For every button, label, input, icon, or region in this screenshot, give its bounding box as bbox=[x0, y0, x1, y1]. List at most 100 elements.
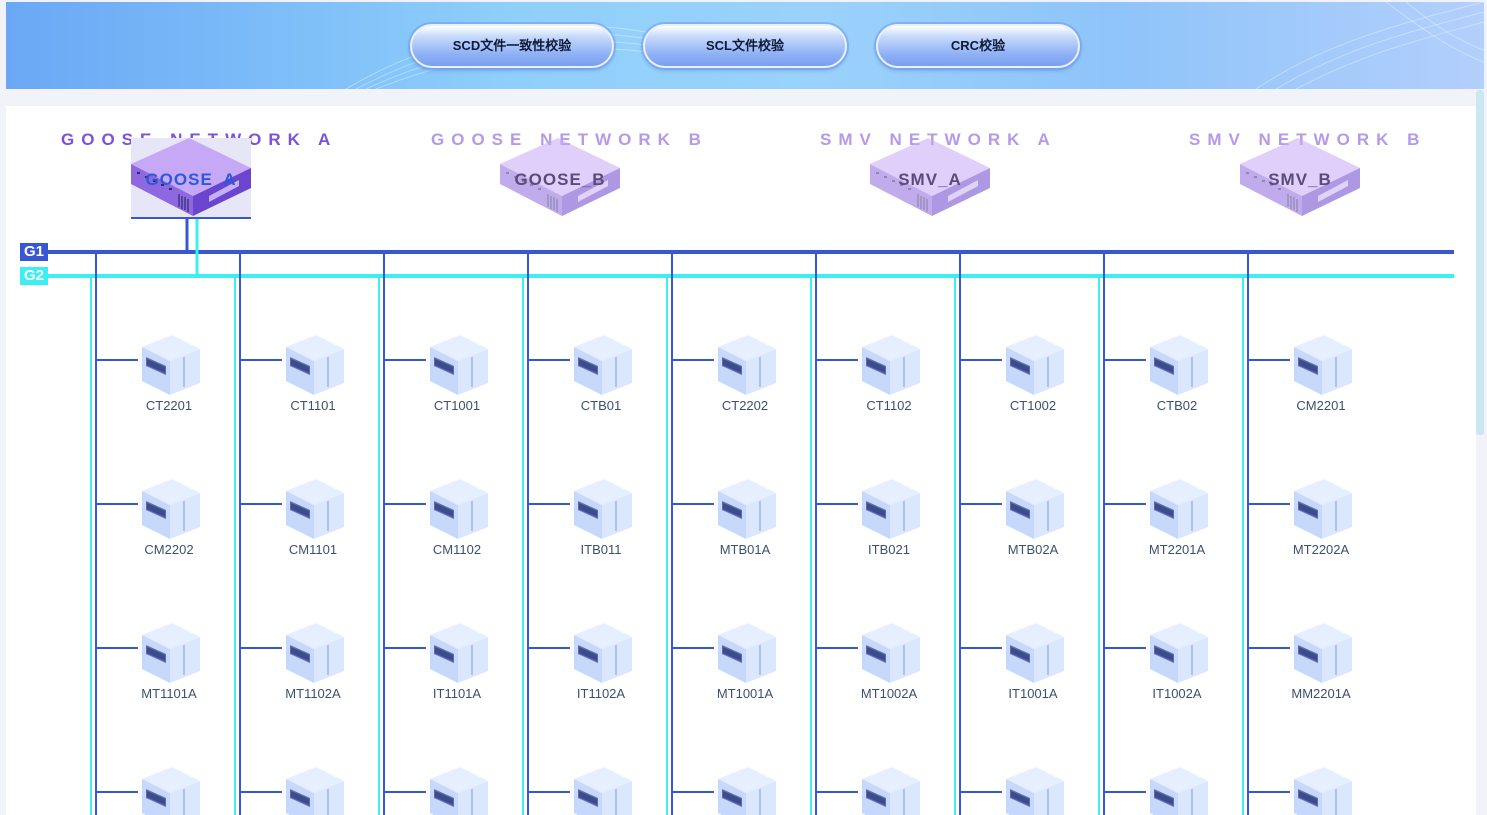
ied-device-icon bbox=[1006, 479, 1064, 539]
ied-device-icon bbox=[1150, 335, 1208, 395]
device-2-3[interactable] bbox=[422, 767, 492, 815]
device-0-3[interactable] bbox=[134, 767, 204, 815]
switch-smv-a[interactable]: SMV_A bbox=[870, 130, 990, 220]
device-label: CM1101 bbox=[288, 542, 338, 557]
device-label: MT1101A bbox=[141, 686, 197, 701]
device-label: CTB02 bbox=[1156, 398, 1198, 413]
device-label: CT2201 bbox=[145, 398, 193, 413]
ied-device-icon bbox=[286, 479, 344, 539]
device-5-3[interactable] bbox=[854, 767, 924, 815]
ied-device-icon bbox=[1294, 767, 1352, 815]
switch-label: GOOSE_B bbox=[514, 170, 606, 189]
g1-bus-label: G1 bbox=[20, 243, 48, 261]
device-5-0[interactable]: CT1102 bbox=[854, 335, 924, 415]
vertical-scrollbar[interactable] bbox=[1476, 90, 1484, 435]
ied-device-icon bbox=[286, 767, 344, 815]
ied-device-icon bbox=[142, 623, 200, 683]
device-label: MM2201A bbox=[1291, 686, 1351, 701]
device-label: MTB02A bbox=[1007, 542, 1059, 557]
switch-label: GOOSE_A bbox=[145, 170, 237, 189]
device-6-0[interactable]: CT1002 bbox=[998, 335, 1068, 415]
ied-device-icon bbox=[430, 623, 488, 683]
device-4-0[interactable]: CT2202 bbox=[710, 335, 780, 415]
device-6-3[interactable] bbox=[998, 767, 1068, 815]
device-3-3[interactable] bbox=[566, 767, 636, 815]
ied-device-icon bbox=[1006, 767, 1064, 815]
device-label: CTB01 bbox=[580, 398, 622, 413]
device-label: IT1101A bbox=[432, 686, 482, 701]
device-label: MT2202A bbox=[1292, 542, 1350, 557]
device-2-1[interactable]: CM1102 bbox=[422, 479, 492, 559]
device-label: ITB011 bbox=[580, 542, 622, 557]
switch-goose-a[interactable]: GOOSE_A bbox=[131, 130, 251, 220]
device-3-2[interactable]: IT1102A bbox=[566, 623, 636, 703]
device-label: MT1001A bbox=[716, 686, 774, 701]
device-1-3[interactable] bbox=[278, 767, 348, 815]
device-label: IT1102A bbox=[576, 686, 626, 701]
ied-device-icon bbox=[142, 767, 200, 815]
device-label: CM1102 bbox=[432, 542, 482, 557]
ied-device-icon bbox=[574, 623, 632, 683]
device-8-2[interactable]: MM2201A bbox=[1286, 623, 1356, 703]
switch-label: SMV_B bbox=[1268, 170, 1332, 189]
ied-device-icon bbox=[1294, 335, 1352, 395]
ied-device-icon bbox=[574, 479, 632, 539]
ied-device-icon bbox=[718, 335, 776, 395]
ied-device-icon bbox=[286, 335, 344, 395]
ied-device-icon bbox=[142, 479, 200, 539]
device-0-2[interactable]: MT1101A bbox=[134, 623, 204, 703]
ied-device-icon bbox=[1294, 623, 1352, 683]
device-1-0[interactable]: CT1101 bbox=[278, 335, 348, 415]
device-3-0[interactable]: CTB01 bbox=[566, 335, 636, 415]
device-8-1[interactable]: MT2202A bbox=[1286, 479, 1356, 559]
crc-check-button[interactable]: CRC校验 bbox=[876, 24, 1080, 68]
ied-device-icon bbox=[430, 335, 488, 395]
ied-device-icon bbox=[1150, 479, 1208, 539]
ied-device-icon bbox=[1006, 335, 1064, 395]
device-label: CM2201 bbox=[1296, 398, 1346, 413]
device-label: CT2202 bbox=[721, 398, 769, 413]
device-4-2[interactable]: MT1001A bbox=[710, 623, 780, 703]
device-0-0[interactable]: CT2201 bbox=[134, 335, 204, 415]
device-label: CT1001 bbox=[433, 398, 481, 413]
device-8-3[interactable] bbox=[1286, 767, 1356, 815]
switch-goose-b[interactable]: GOOSE_B bbox=[500, 130, 620, 220]
ied-device-icon bbox=[862, 335, 920, 395]
device-4-3[interactable] bbox=[710, 767, 780, 815]
device-label: ITB021 bbox=[868, 542, 910, 557]
ied-device-icon bbox=[1006, 623, 1064, 683]
device-5-2[interactable]: MT1002A bbox=[854, 623, 924, 703]
device-7-3[interactable] bbox=[1142, 767, 1212, 815]
device-3-1[interactable]: ITB011 bbox=[566, 479, 636, 559]
device-5-1[interactable]: ITB021 bbox=[854, 479, 924, 559]
device-1-2[interactable]: MT1102A bbox=[278, 623, 348, 703]
device-label: MT2201A bbox=[1148, 542, 1206, 557]
device-7-2[interactable]: IT1002A bbox=[1142, 623, 1212, 703]
device-1-1[interactable]: CM1101 bbox=[278, 479, 348, 559]
device-8-0[interactable]: CM2201 bbox=[1286, 335, 1356, 415]
device-2-0[interactable]: CT1001 bbox=[422, 335, 492, 415]
device-label: CT1101 bbox=[290, 398, 336, 413]
ied-device-icon bbox=[430, 479, 488, 539]
switch-label: SMV_A bbox=[898, 170, 962, 189]
ied-device-icon bbox=[718, 479, 776, 539]
scl-file-check-button[interactable]: SCL文件校验 bbox=[643, 24, 847, 68]
ied-device-icon bbox=[430, 767, 488, 815]
ied-device-icon bbox=[862, 767, 920, 815]
device-label: IT1001A bbox=[1008, 686, 1058, 701]
ied-device-icon bbox=[862, 623, 920, 683]
device-6-1[interactable]: MTB02A bbox=[998, 479, 1068, 559]
device-6-2[interactable]: IT1001A bbox=[998, 623, 1068, 703]
device-7-0[interactable]: CTB02 bbox=[1142, 335, 1212, 415]
device-label: CM2202 bbox=[144, 542, 194, 557]
ied-device-icon bbox=[862, 479, 920, 539]
switch-smv-b[interactable]: SMV_B bbox=[1240, 130, 1360, 220]
header-banner: SCD文件一致性校验 SCL文件校验 CRC校验 bbox=[6, 2, 1484, 89]
device-4-1[interactable]: MTB01A bbox=[710, 479, 780, 559]
device-label: CT1002 bbox=[1009, 398, 1057, 413]
ied-device-icon bbox=[718, 767, 776, 815]
scd-consistency-check-button[interactable]: SCD文件一致性校验 bbox=[410, 24, 614, 68]
device-2-2[interactable]: IT1101A bbox=[422, 623, 492, 703]
device-0-1[interactable]: CM2202 bbox=[134, 479, 204, 559]
device-7-1[interactable]: MT2201A bbox=[1142, 479, 1212, 559]
